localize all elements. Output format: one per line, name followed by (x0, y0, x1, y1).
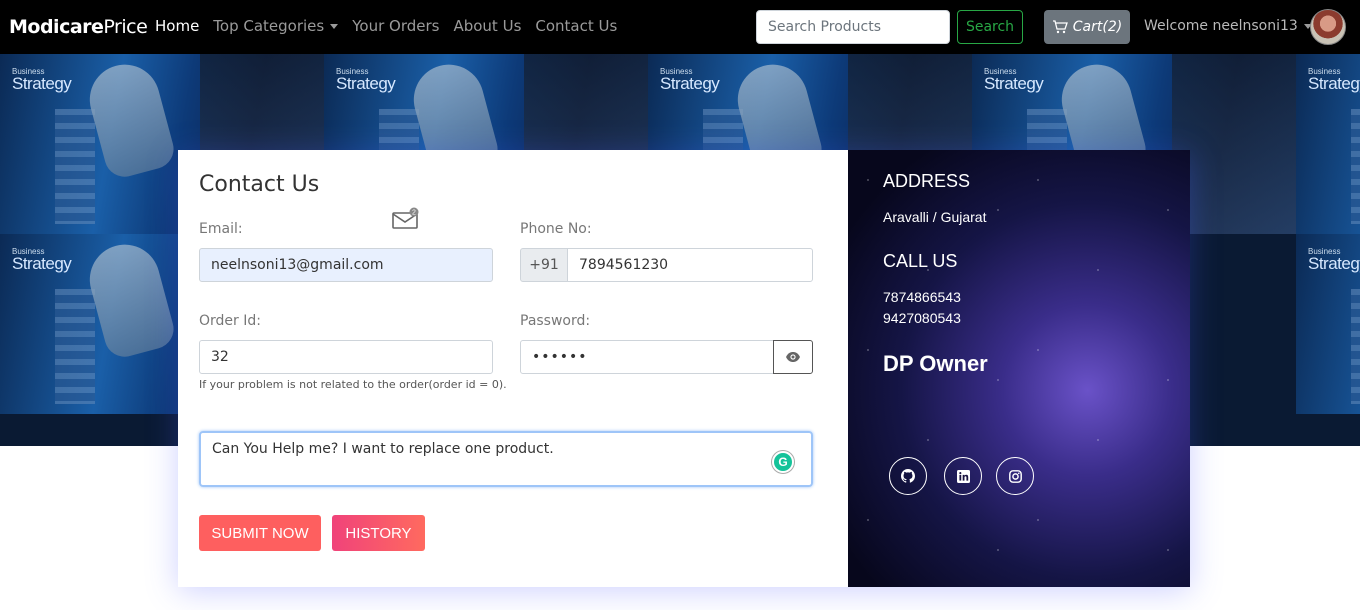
page-title: Contact Us (199, 172, 320, 197)
nav-your-orders[interactable]: Your Orders (352, 17, 439, 35)
nav-links: Home Top Categories Your Orders About Us… (155, 17, 617, 35)
hero-tile-label: Strategy (1308, 254, 1360, 273)
search-input[interactable] (756, 10, 950, 44)
nav-home[interactable]: Home (155, 17, 199, 35)
email-label: Email: (199, 221, 243, 237)
history-button[interactable]: HISTORY (332, 515, 425, 551)
cart-label: Cart(2) (1072, 19, 1123, 35)
call-us-heading: CALL US (883, 251, 958, 271)
instagram-link[interactable] (996, 457, 1034, 495)
mail-icon[interactable]: 2 (392, 207, 420, 229)
order-id-field[interactable]: 32 (199, 340, 493, 374)
hero-tile-label: Strategy (12, 254, 72, 273)
github-icon (901, 469, 915, 483)
contact-card: Contact Us 2 Email: neelnsoni13@gmail.co… (178, 150, 1190, 587)
welcome-text: Welcome neelnsoni13 (1144, 18, 1298, 34)
linkedin-link[interactable] (944, 457, 982, 495)
email-field[interactable]: neelnsoni13@gmail.com (199, 248, 493, 282)
address-heading: ADDRESS (883, 171, 971, 191)
nav-top-categories[interactable]: Top Categories (213, 17, 339, 35)
cart-button[interactable]: Cart(2) (1044, 10, 1130, 44)
phone-label: Phone No: (520, 221, 592, 237)
phone-field[interactable]: 7894561230 (567, 248, 813, 282)
hero-tile-label: Strategy (984, 74, 1044, 93)
brand-logo[interactable]: ModicarePrice (9, 16, 148, 38)
owner-name: DP Owner (883, 351, 988, 376)
cart-icon (1052, 20, 1068, 34)
search-button[interactable]: Search (957, 10, 1023, 44)
avatar[interactable] (1310, 9, 1346, 45)
nav-contact-us[interactable]: Contact Us (535, 17, 617, 35)
phone-prefix: +91 (520, 248, 568, 282)
hero-tile: BusinessStrategy (1296, 54, 1360, 234)
toggle-password-button[interactable] (773, 340, 813, 374)
github-link[interactable] (889, 457, 927, 495)
message-textarea[interactable]: Can You Help me? I want to replace one p… (199, 431, 813, 487)
phone-number-1: 7874866543 (883, 289, 961, 305)
hero-tile-label: Strategy (12, 74, 72, 93)
hero-tile-label: Strategy (336, 74, 396, 93)
user-menu[interactable]: Welcome neelnsoni13 (1144, 18, 1312, 34)
hero-tile: BusinessStrategy (1296, 234, 1360, 414)
chevron-down-icon (330, 24, 339, 29)
hero-tile-label: Strategy (1308, 74, 1360, 93)
password-label: Password: (520, 313, 591, 329)
info-panel: ADDRESS Aravalli / Gujarat CALL US 78748… (848, 150, 1190, 587)
navbar: ModicarePrice Home Top Categories Your O… (0, 0, 1360, 54)
submit-button[interactable]: SUBMIT NOW (199, 515, 321, 551)
instagram-icon (1008, 469, 1022, 483)
contact-form: Contact Us 2 Email: neelnsoni13@gmail.co… (178, 150, 848, 587)
nav-top-categories-label: Top Categories (213, 17, 325, 35)
address-text: Aravalli / Gujarat (883, 209, 987, 225)
eye-icon (786, 352, 800, 362)
grammarly-icon[interactable]: G (772, 451, 794, 473)
linkedin-icon (956, 469, 970, 483)
order-id-hint: If your problem is not related to the or… (199, 378, 507, 391)
password-field[interactable]: •••••• (520, 340, 774, 374)
mail-badge: 2 (412, 210, 416, 217)
phone-number-2: 9427080543 (883, 310, 961, 326)
nav-about-us[interactable]: About Us (453, 17, 521, 35)
order-id-label: Order Id: (199, 313, 261, 329)
hero-tile-label: Strategy (660, 74, 720, 93)
